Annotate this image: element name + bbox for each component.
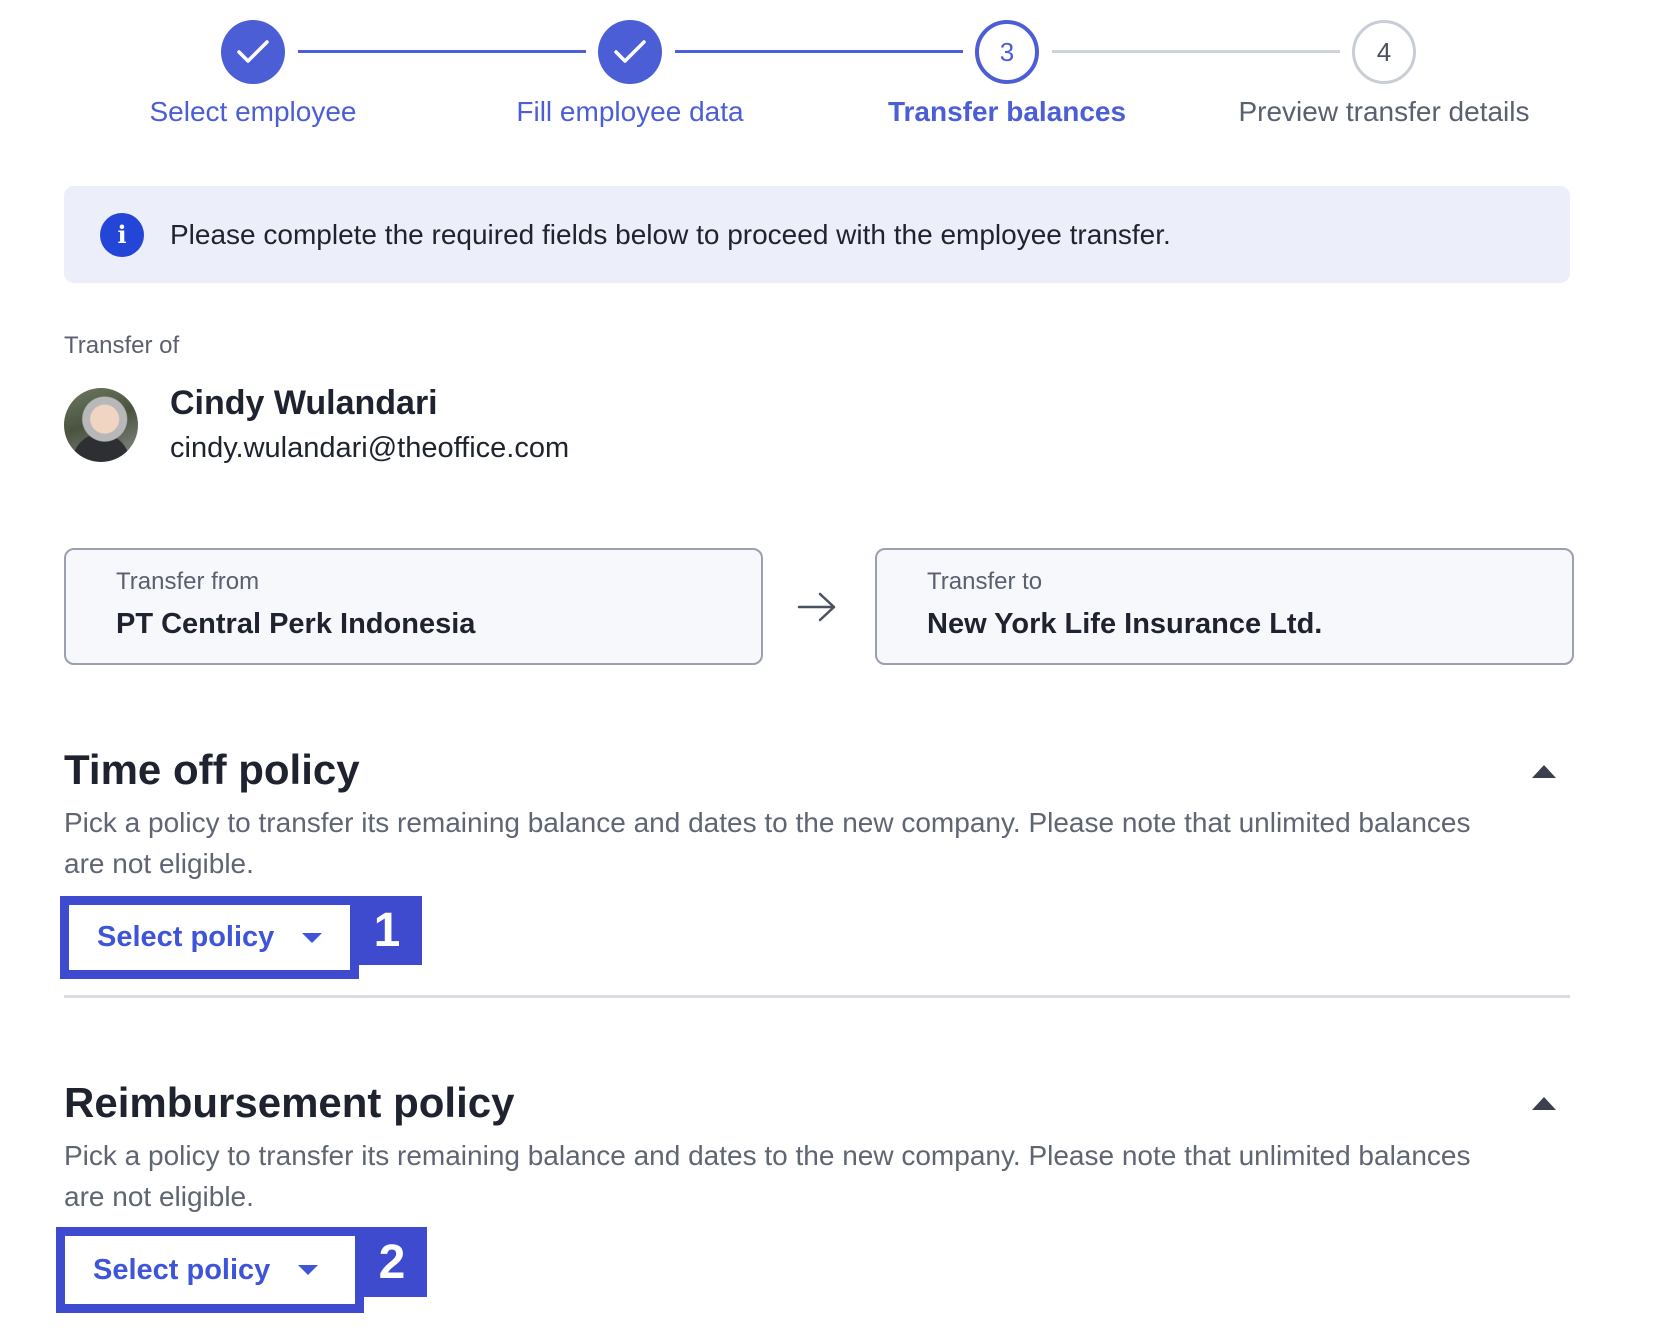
info-icon: i bbox=[100, 212, 144, 257]
annotation-badge-2: 2 bbox=[357, 1227, 427, 1297]
annotation-badge-1: 1 bbox=[352, 896, 422, 965]
info-banner: i Please complete the required fields be… bbox=[64, 186, 1570, 283]
transfer-of-label: Transfer of bbox=[64, 332, 180, 359]
transfer-from-box: Transfer from PT Central Perk Indonesia bbox=[64, 548, 763, 665]
caret-down-icon bbox=[302, 932, 323, 943]
transfer-to-label: Transfer to bbox=[927, 568, 1043, 595]
transfer-from-value: PT Central Perk Indonesia bbox=[116, 608, 476, 640]
progress-stepper: 3 4 Select employee Fill employee data T… bbox=[0, 20, 1654, 140]
time-off-policy-description: Pick a policy to transfer its remaining … bbox=[64, 807, 1471, 879]
avatar bbox=[64, 388, 138, 462]
step-2-check-icon[interactable] bbox=[598, 20, 662, 84]
reimbursement-policy-title: Reimbursement policy bbox=[64, 1079, 515, 1126]
section-divider bbox=[64, 995, 1570, 998]
reimbursement-select-policy-button[interactable]: Select policy bbox=[65, 1236, 355, 1304]
transfer-to-box: Transfer to New York Life Insurance Ltd. bbox=[875, 548, 1574, 665]
employee-name: Cindy Wulandari bbox=[170, 384, 438, 422]
select-policy-label: Select policy bbox=[93, 1253, 271, 1286]
step-2-label[interactable]: Fill employee data bbox=[430, 96, 830, 128]
step-1-check-icon[interactable] bbox=[221, 20, 285, 84]
time-off-select-policy-button[interactable]: Select policy bbox=[69, 905, 350, 970]
caret-down-icon bbox=[298, 1265, 319, 1275]
step-1-label[interactable]: Select employee bbox=[53, 96, 453, 128]
time-off-policy-title: Time off policy bbox=[64, 746, 360, 793]
reimbursement-select-wrap: Select policy bbox=[56, 1227, 364, 1313]
time-off-select-wrap: Select policy bbox=[60, 896, 359, 979]
transfer-from-label: Transfer from bbox=[116, 568, 260, 595]
step-3-label: Transfer balances bbox=[887, 96, 1127, 127]
employee-email: cindy.wulandari@theoffice.com bbox=[170, 432, 570, 464]
step-3-circle: 3 bbox=[975, 20, 1039, 84]
select-policy-label: Select policy bbox=[97, 921, 275, 953]
step-4-label: Preview transfer details bbox=[1238, 96, 1530, 127]
step-connector-1 bbox=[298, 50, 586, 53]
step-connector-3 bbox=[1052, 50, 1340, 53]
chevron-up-icon[interactable] bbox=[1530, 762, 1558, 780]
transfer-to-value: New York Life Insurance Ltd. bbox=[927, 608, 1323, 640]
arrow-right-icon bbox=[797, 592, 836, 622]
reimbursement-policy-description: Pick a policy to transfer its remaining … bbox=[64, 1140, 1471, 1212]
step-connector-2 bbox=[675, 50, 963, 53]
chevron-up-icon[interactable] bbox=[1530, 1094, 1558, 1112]
step-4-circle: 4 bbox=[1352, 20, 1416, 84]
banner-text: Please complete the required fields belo… bbox=[170, 218, 1171, 250]
